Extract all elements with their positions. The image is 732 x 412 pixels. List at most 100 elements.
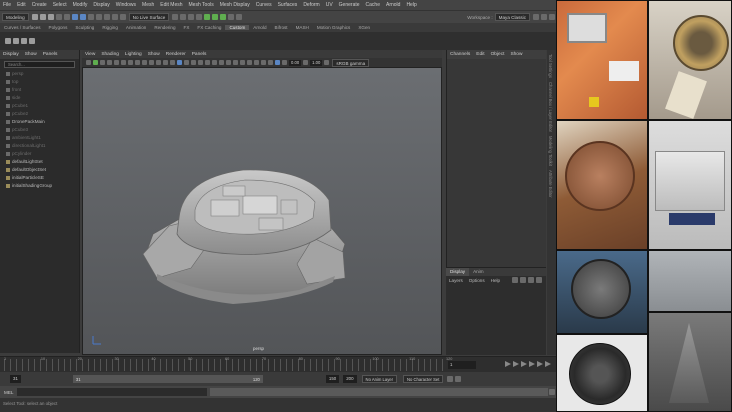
shadows-icon[interactable] — [212, 60, 217, 65]
range-end-b-field[interactable]: 200 — [343, 375, 357, 383]
snap-surface-icon[interactable] — [119, 14, 126, 20]
safe-title-icon[interactable] — [170, 60, 175, 65]
menu-windows[interactable]: Windows — [113, 2, 139, 8]
layer-menu-layers[interactable]: Layers — [446, 278, 466, 283]
near-clip-field[interactable]: 0.00 — [289, 59, 302, 66]
close-icon[interactable] — [549, 14, 555, 20]
motion-blur-icon[interactable] — [226, 60, 231, 65]
hypershade-icon[interactable] — [212, 14, 219, 20]
exposure-icon[interactable] — [282, 60, 287, 65]
menu-create[interactable]: Create — [29, 2, 50, 8]
perspective-viewport[interactable]: persp — [82, 67, 442, 355]
outliner-menu-panels[interactable]: Panels — [40, 52, 61, 57]
wireframe-on-shaded-icon[interactable] — [191, 60, 196, 65]
xray-icon[interactable] — [254, 60, 259, 65]
preferences-icon[interactable] — [455, 376, 462, 382]
layer-down-icon[interactable] — [520, 277, 526, 283]
snap-curve-icon[interactable] — [103, 14, 110, 20]
range-bar[interactable]: 31 120 — [72, 375, 263, 383]
shelf-tab-polygons[interactable]: Polygons — [45, 25, 72, 30]
shelf-tab-rendering[interactable]: Rendering — [150, 25, 179, 30]
outliner-menu-show[interactable]: Show — [22, 52, 40, 57]
shelf-tool-3-icon[interactable] — [21, 38, 27, 44]
outliner-item[interactable]: initialShadingGroup — [0, 182, 79, 190]
shelf-tool-4-icon[interactable] — [29, 38, 35, 44]
shelf-tab-rigging[interactable]: Rigging — [98, 25, 122, 30]
go-start-icon[interactable] — [505, 361, 511, 367]
construction-history-icon[interactable] — [172, 14, 179, 20]
shelf-tab-bifrost[interactable]: Bifrost — [271, 25, 292, 30]
menu-deform[interactable]: Deform — [300, 2, 322, 8]
shelf-tab-motion-graphics[interactable]: Motion Graphics — [313, 25, 354, 30]
layer-menu-help[interactable]: Help — [488, 278, 503, 283]
far-clip-field[interactable]: 1.00 — [310, 59, 323, 66]
command-input[interactable] — [17, 388, 207, 396]
play-forward-icon[interactable] — [529, 361, 535, 367]
film-gate-icon[interactable] — [135, 60, 140, 65]
toggle-attribute-editor-icon[interactable] — [236, 14, 243, 20]
select-component-icon[interactable] — [87, 14, 94, 20]
gamma-icon[interactable] — [303, 60, 309, 65]
menu-curves[interactable]: Curves — [253, 2, 275, 8]
shelf-tab-custom[interactable]: Custom — [225, 25, 250, 30]
shelf-tab-xgen[interactable]: XGen — [354, 25, 374, 30]
outliner-item[interactable]: initialParticleSE — [0, 174, 79, 182]
shelf-tab-fx[interactable]: FX — [180, 25, 194, 30]
outliner-item[interactable]: defaultObjectSet — [0, 166, 79, 174]
channel-menu-show[interactable]: Show — [507, 52, 525, 57]
viewport-menu-view[interactable]: View — [82, 52, 98, 57]
undo-icon[interactable] — [55, 14, 62, 20]
menu-mesh-display[interactable]: Mesh Display — [217, 2, 253, 8]
menu-arnold[interactable]: Arnold — [383, 2, 403, 8]
resolution-gate-icon[interactable] — [142, 60, 147, 65]
snap-point-icon[interactable] — [111, 14, 118, 20]
channel-menu-channels[interactable]: Channels — [447, 52, 473, 57]
camera-select-icon[interactable] — [86, 60, 91, 65]
gate-mask-icon[interactable] — [149, 60, 154, 65]
outliner-menu-display[interactable]: Display — [0, 52, 22, 57]
layer-menu-options[interactable]: Options — [466, 278, 488, 283]
use-all-lights-icon[interactable] — [205, 60, 210, 65]
menu-generate[interactable]: Generate — [336, 2, 363, 8]
outliner-item[interactable]: front — [0, 86, 79, 94]
side-tab-channel-box[interactable]: Channel Box / Layer Editor — [548, 82, 553, 132]
command-language[interactable]: MEL — [4, 390, 17, 395]
workspace-dropdown[interactable]: Maya Classic — [494, 13, 530, 21]
tab-display[interactable]: Display — [446, 268, 470, 276]
outliner-item[interactable]: top — [0, 78, 79, 86]
channel-menu-edit[interactable]: Edit — [473, 52, 487, 57]
outliner-item[interactable]: ambientLight1 — [0, 134, 79, 142]
outliner-item[interactable]: pCylinder — [0, 150, 79, 158]
viewport-menu-show[interactable]: Show — [145, 52, 163, 57]
menu-cache[interactable]: Cache — [363, 2, 383, 8]
textured-icon[interactable] — [198, 60, 203, 65]
shelf-tab-curves-surfaces[interactable]: Curves / Surfaces — [0, 25, 45, 30]
outliner-item[interactable]: DronePackMain — [0, 118, 79, 126]
image-plane-icon[interactable] — [107, 60, 112, 65]
outliner-item[interactable]: pCube3 — [0, 126, 79, 134]
outliner-item[interactable]: persp — [0, 70, 79, 78]
toggle-modeling-toolkit-icon[interactable] — [228, 14, 235, 20]
step-forward-icon[interactable] — [537, 361, 543, 367]
viewport-menu-shading[interactable]: Shading — [98, 52, 122, 57]
arnold-render-icon[interactable] — [220, 14, 227, 20]
range-end-a-field[interactable]: 150 — [325, 375, 340, 383]
mode-dropdown[interactable]: Modeling — [2, 13, 29, 21]
new-layer-icon[interactable] — [528, 277, 534, 283]
menu-uv[interactable]: UV — [323, 2, 336, 8]
toggle-hud-icon[interactable] — [275, 60, 280, 65]
shelf-tool-2-icon[interactable] — [13, 38, 19, 44]
shelf-tab-fx-caching[interactable]: FX Caching — [193, 25, 225, 30]
maximize-icon[interactable] — [541, 14, 547, 20]
outliner-item[interactable]: pCube1 — [0, 102, 79, 110]
viewport-menu-renderer[interactable]: Renderer — [163, 52, 189, 57]
shelf-tool-1-icon[interactable] — [5, 38, 11, 44]
menu-mesh-tools[interactable]: Mesh Tools — [186, 2, 217, 8]
select-hierarchy-icon[interactable] — [71, 14, 78, 20]
wireframe-icon[interactable] — [177, 60, 182, 65]
layer-up-icon[interactable] — [512, 277, 518, 283]
isolate-select-icon[interactable] — [247, 60, 252, 65]
minimize-icon[interactable] — [533, 14, 539, 20]
viewport-menu-panels[interactable]: Panels — [189, 52, 210, 57]
field-chart-icon[interactable] — [156, 60, 161, 65]
